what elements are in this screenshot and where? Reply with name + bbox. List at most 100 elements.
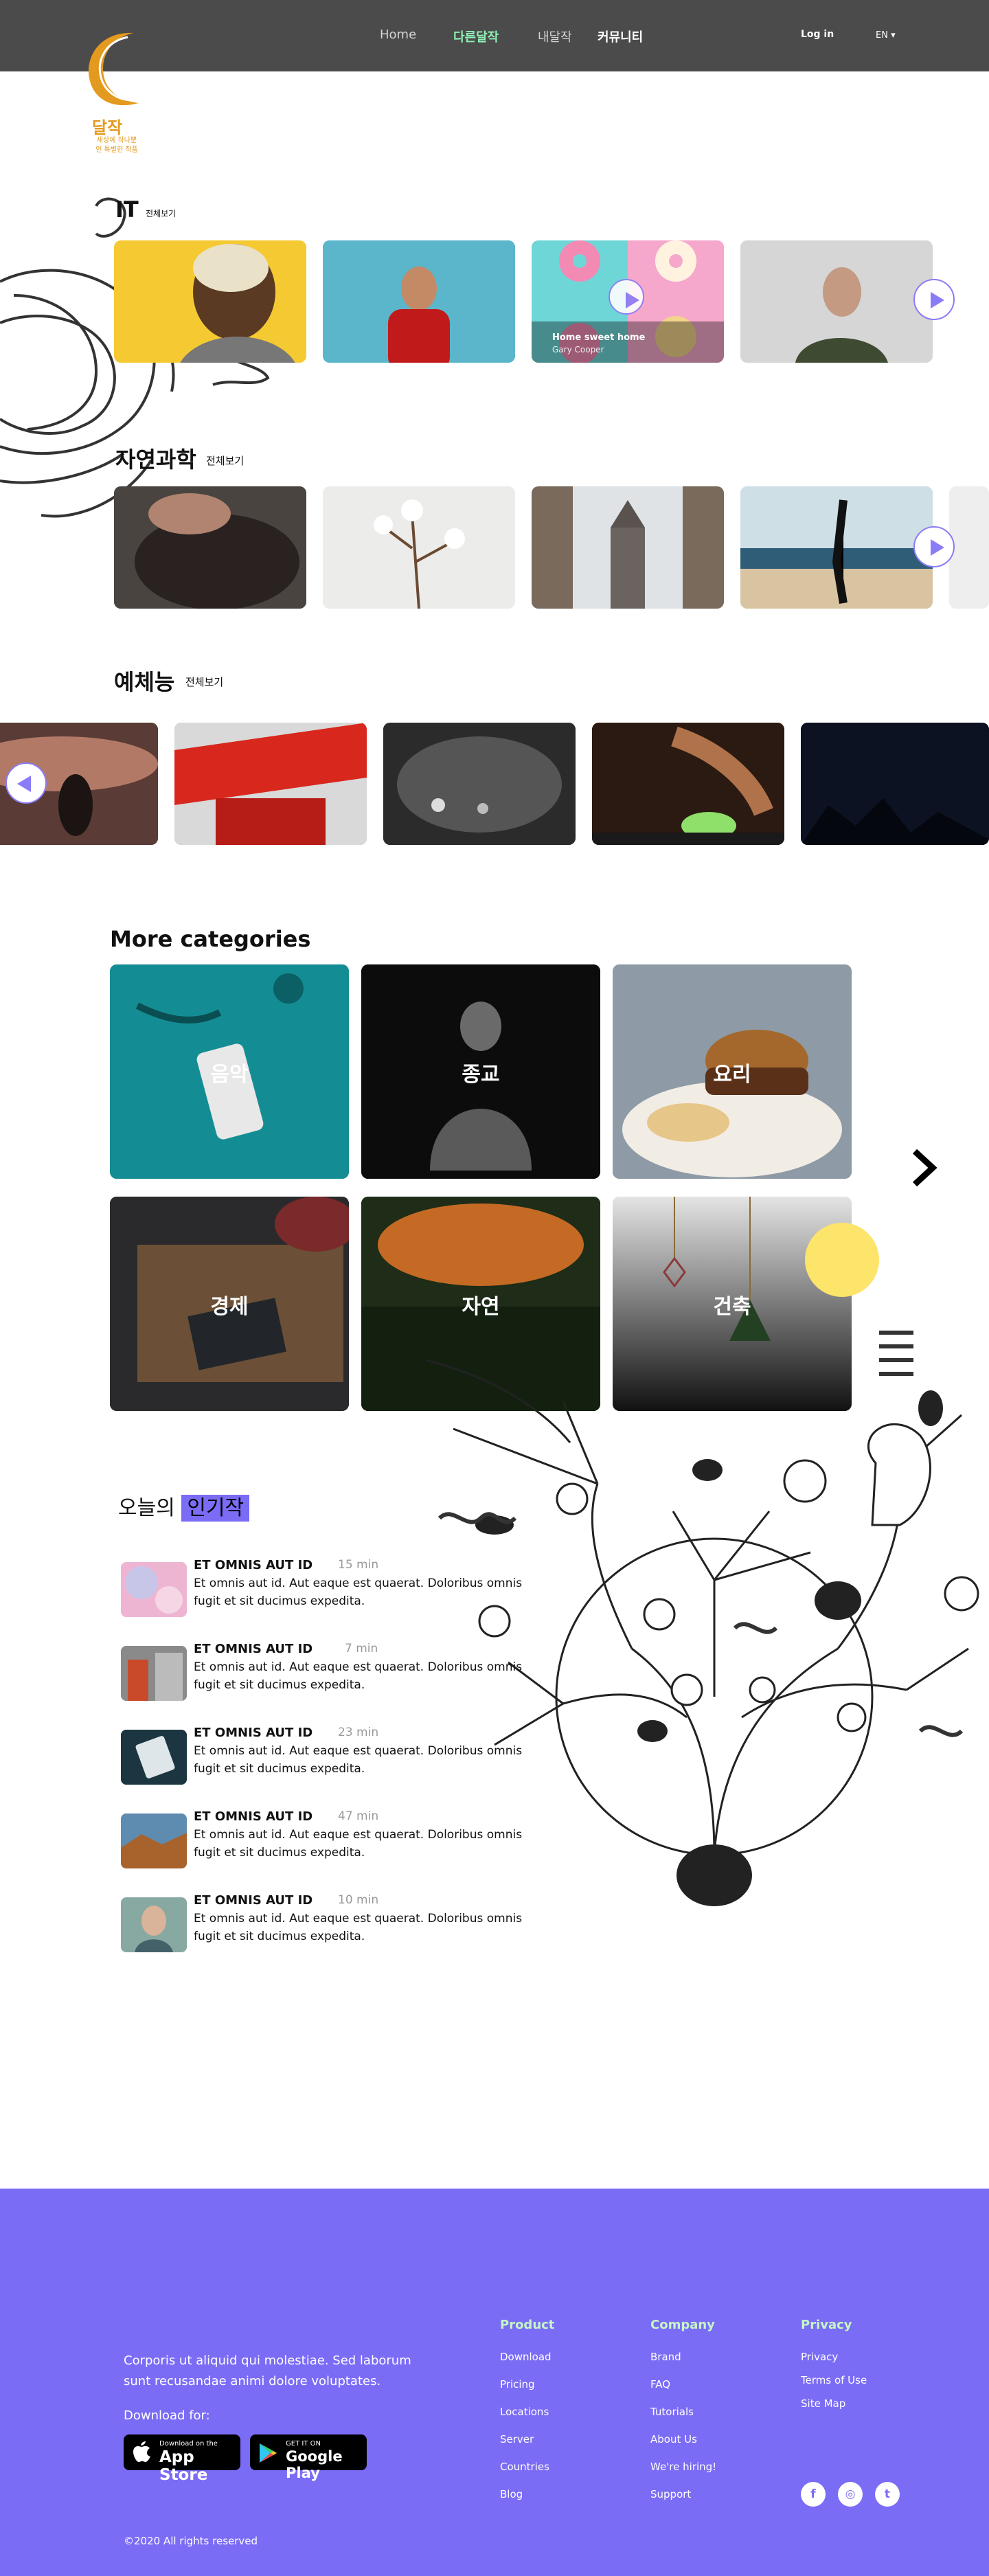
twitter-icon[interactable]: t	[875, 2482, 900, 2507]
category-religion[interactable]: 종교	[361, 964, 600, 1179]
night-bokeh-image	[383, 723, 576, 845]
popular-item[interactable]: ET OMNIS AUT ID 23 min Et omnis aut id. …	[121, 1726, 533, 1787]
footer-heading-product: Product	[500, 2318, 555, 2332]
footer-link[interactable]: Site Map	[801, 2397, 845, 2410]
tower-image	[532, 486, 724, 609]
app-store-small-text: Download on the	[159, 2440, 218, 2448]
popular-item-desc: Et omnis aut id. Aut eaque est quaerat. …	[194, 1828, 523, 1860]
arts-card-2[interactable]	[174, 723, 367, 845]
arts-card-4[interactable]	[592, 723, 784, 845]
science-card-1[interactable]	[114, 486, 306, 609]
red-structure-image	[174, 723, 367, 845]
more-categories-title: More categories	[110, 926, 311, 952]
footer-link[interactable]: Locations	[500, 2406, 549, 2418]
popular-item[interactable]: ET OMNIS AUT ID 10 min Et omnis aut id. …	[121, 1893, 533, 1955]
science-card-5[interactable]	[949, 486, 989, 609]
card-author: Gary Cooper	[552, 345, 604, 354]
dog-image	[114, 486, 306, 609]
it-card-3[interactable]: Home sweet home Gary Cooper	[532, 240, 724, 363]
category-label: 음악	[210, 1063, 249, 1087]
footer-link[interactable]: Tutorials	[650, 2406, 694, 2418]
pink-abstract-image	[121, 1562, 187, 1617]
google-play-small-text: GET IT ON	[286, 2440, 321, 2448]
smiling-woman-image	[180, 244, 295, 363]
arts-card-3[interactable]	[383, 723, 576, 845]
popular-item-title: ET OMNIS AUT ID	[194, 1893, 313, 1908]
section-arts-sports-view-all[interactable]: 전체보기	[185, 675, 223, 689]
nav-my-works[interactable]: 내달작	[538, 27, 572, 45]
footer-link[interactable]: Support	[650, 2488, 691, 2500]
footer-link[interactable]: Brand	[650, 2351, 681, 2363]
category-label: 종교	[462, 1063, 500, 1087]
older-man-image	[740, 240, 933, 363]
nav-community[interactable]: 커뮤니티	[598, 27, 643, 45]
it-carousel-next-button[interactable]	[913, 279, 955, 320]
language-select[interactable]: EN ▾	[876, 30, 896, 41]
card-play-button[interactable]	[609, 279, 644, 315]
footer-link[interactable]: Privacy	[801, 2351, 838, 2363]
popular-thumbnail	[121, 1646, 187, 1701]
footer-link[interactable]: Blog	[500, 2488, 523, 2500]
popular-item-desc: Et omnis aut id. Aut eaque est quaerat. …	[194, 1744, 523, 1776]
popular-item-desc: Et omnis aut id. Aut eaque est quaerat. …	[194, 1912, 523, 1943]
science-card-3[interactable]	[532, 486, 724, 609]
popular-heading-highlight: 인기작	[181, 1495, 250, 1522]
it-card-4[interactable]	[740, 240, 933, 363]
popular-thumbnail	[121, 1814, 187, 1868]
section-it-view-all[interactable]: 전체보기	[146, 207, 176, 219]
footer-copyright: ©2020 All rights reserved	[124, 2535, 258, 2547]
popular-thumbnail	[121, 1562, 187, 1617]
category-label: 경제	[210, 1295, 249, 1319]
popular-item[interactable]: ET OMNIS AUT ID 47 min Et omnis aut id. …	[121, 1809, 533, 1871]
popular-item-time: 47 min	[338, 1809, 379, 1823]
footer-link[interactable]: Pricing	[500, 2378, 535, 2391]
popular-item[interactable]: ET OMNIS AUT ID 7 min Et omnis aut id. A…	[121, 1642, 533, 1704]
popular-thumbnail	[121, 1897, 187, 1952]
logo-tagline-line-1: 세상에 하나뿐	[96, 137, 137, 144]
section-title-natural-science: 자연과학	[115, 447, 196, 473]
it-card-1[interactable]	[114, 240, 306, 363]
popular-item-title: ET OMNIS AUT ID	[194, 1558, 313, 1572]
science-carousel-next-button[interactable]	[913, 526, 955, 567]
it-card-2[interactable]	[323, 240, 515, 363]
moon-logo-icon	[89, 32, 139, 106]
popular-item[interactable]: ET OMNIS AUT ID 15 min Et omnis aut id. …	[121, 1558, 533, 1620]
site-logo[interactable]: 달작 세상에 하나뿐 인 특별한 작품	[77, 26, 152, 161]
section-natural-science-view-all[interactable]: 전체보기	[206, 453, 244, 468]
footer-download-label: Download for:	[124, 2408, 210, 2423]
footer-about-text: Corporis ut aliquid qui molestiae. Sed l…	[124, 2353, 411, 2388]
footer-link[interactable]: Terms of Use	[801, 2374, 867, 2386]
arts-carousel-prev-button[interactable]	[5, 762, 47, 804]
google-play-button[interactable]: GET IT ON Google Play	[250, 2434, 367, 2481]
nav-home[interactable]: Home	[380, 27, 416, 42]
popular-heading: 오늘의 인기작	[118, 1491, 250, 1522]
arts-card-5[interactable]	[801, 723, 989, 845]
science-card-4[interactable]	[740, 486, 933, 609]
footer-link[interactable]: Download	[500, 2351, 552, 2363]
category-cooking[interactable]: 요리	[613, 964, 852, 1179]
footer-link[interactable]: Server	[500, 2433, 534, 2445]
google-play-icon	[260, 2443, 277, 2463]
footer-link[interactable]: Countries	[500, 2461, 549, 2473]
popular-item-time: 10 min	[338, 1893, 379, 1907]
science-card-2[interactable]	[323, 486, 515, 609]
popular-item-time: 23 min	[338, 1726, 379, 1739]
app-store-button[interactable]: Download on the App Store	[124, 2434, 240, 2484]
categories-next-arrow-icon[interactable]	[909, 1147, 940, 1188]
category-music[interactable]: 음악	[110, 964, 349, 1179]
facebook-icon[interactable]: f	[801, 2482, 826, 2507]
footer-link[interactable]: We're hiring!	[650, 2461, 716, 2473]
popular-heading-prefix: 오늘의	[118, 1496, 175, 1520]
popular-item-time: 7 min	[345, 1642, 378, 1656]
footer-link[interactable]: FAQ	[650, 2378, 670, 2391]
footer-link[interactable]: About Us	[650, 2433, 697, 2445]
category-economy[interactable]: 경제	[110, 1197, 349, 1411]
popular-thumbnail	[121, 1730, 187, 1785]
nav-other-works[interactable]: 다른달작	[453, 27, 499, 45]
djing-hands-image	[592, 723, 784, 845]
instagram-icon[interactable]: ◎	[838, 2482, 863, 2507]
night-sky-image	[801, 723, 989, 845]
popular-item-time: 15 min	[338, 1558, 379, 1572]
footer-heading-privacy: Privacy	[801, 2318, 852, 2332]
login-link[interactable]: Log in	[801, 29, 834, 40]
